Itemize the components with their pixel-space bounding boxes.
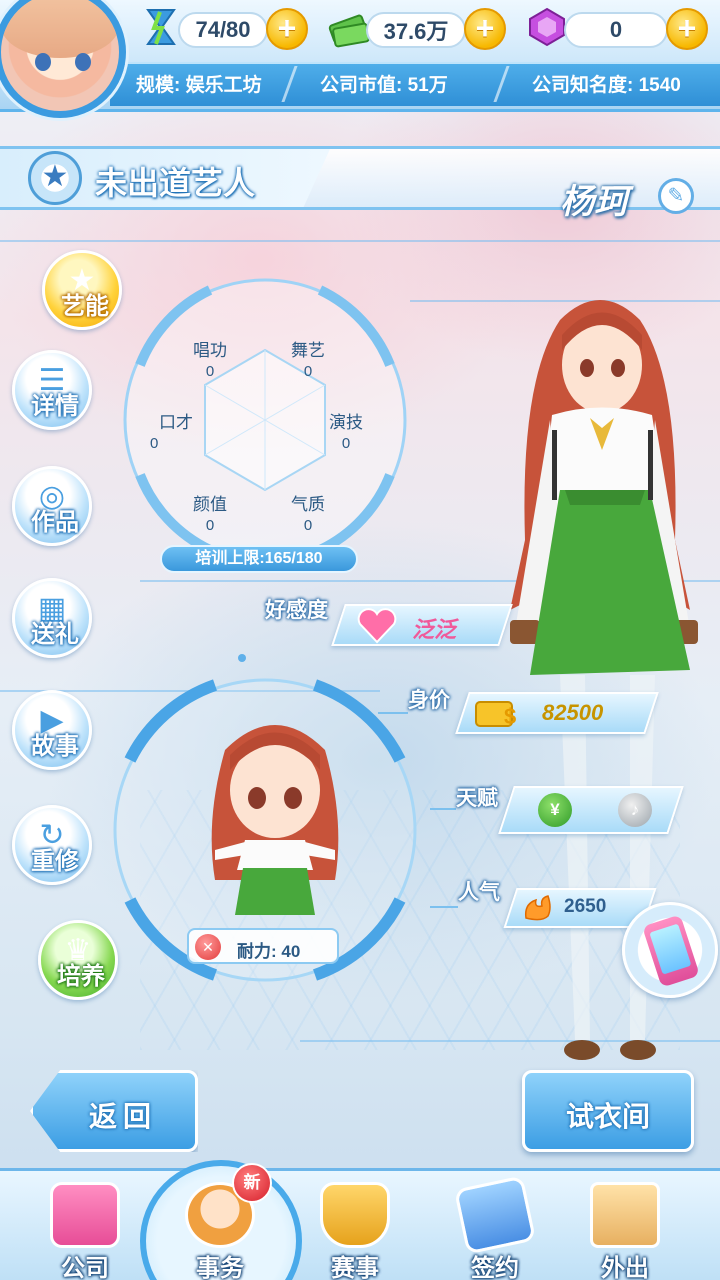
company-market-value: 公司市值: 51万 (320, 75, 448, 96)
skill-temperament: 气质 0 (278, 490, 338, 534)
svg-text:$: $ (504, 704, 516, 729)
building-icon (50, 1182, 120, 1248)
side-tab-details[interactable]: ☰ 详情 (12, 350, 92, 430)
phone-icon (642, 914, 700, 988)
nav-label: 公司 (61, 1255, 109, 1280)
cash-icon (328, 14, 370, 48)
skill-label: 气质 (291, 495, 325, 514)
skill-label: 颜值 (193, 495, 227, 514)
nav-label: 事务 (196, 1255, 244, 1280)
skill-value: 0 (205, 517, 215, 534)
gem-value: 0 (564, 12, 668, 48)
skill-looks: 颜值 0 (180, 490, 240, 534)
fitting-room-button[interactable]: 试衣间 (522, 1070, 694, 1152)
side-tab-skills[interactable]: ★ 艺能 (42, 250, 122, 330)
skill-acting: 演技 0 (316, 408, 376, 452)
side-tab-label: 艺能 (61, 293, 109, 320)
connector-line (430, 808, 456, 810)
new-badge: 新 (232, 1163, 272, 1203)
popularity-value: 2650 (564, 896, 607, 917)
price-label: 身价 (408, 689, 450, 712)
side-tab-label: 故事 (31, 733, 79, 760)
side-tab-label: 重修 (31, 848, 79, 875)
artist-chibi (211, 725, 339, 915)
skill-label: 口才 (159, 413, 193, 432)
side-tab-gift[interactable]: ▦ 送礼 (12, 578, 92, 658)
popularity-label: 人气 (458, 881, 500, 904)
side-tab-retrain[interactable]: ↻ 重修 (12, 805, 92, 885)
stamina-badge: ✕ 耐力: 40 (187, 928, 339, 964)
nav-label: 赛事 (331, 1255, 379, 1280)
skill-value: 0 (303, 363, 313, 380)
door-icon (590, 1182, 660, 1248)
energy-value: 74/80 (178, 12, 268, 48)
side-tab-story[interactable]: ▶ 故事 (12, 690, 92, 770)
back-button-label: 返回 (89, 1101, 158, 1132)
nav-label: 签约 (471, 1255, 519, 1280)
connector-line (378, 712, 408, 714)
fitting-room-label: 试衣间 (565, 1101, 650, 1132)
skill-sing: 唱功 0 (180, 336, 240, 380)
trophy-icon (320, 1182, 390, 1248)
skill-value: 0 (150, 435, 159, 452)
sad-face-icon: ✕ (195, 934, 221, 960)
add-money-button[interactable]: + (464, 8, 506, 50)
talent-label: 天赋 (456, 787, 498, 810)
artist-name: 杨珂 (560, 183, 628, 221)
price-tag-icon: $ (475, 701, 516, 729)
favor-label: 好感度 (265, 599, 328, 622)
connector-dot (238, 654, 246, 662)
back-button[interactable]: 返回 (30, 1070, 198, 1152)
add-gem-button[interactable]: + (666, 8, 708, 50)
skill-dance: 舞艺 0 (278, 336, 338, 380)
company-fame: 公司知名度: 1540 (532, 75, 681, 96)
side-tab-label: 详情 (31, 393, 79, 420)
hourglass-energy-icon (146, 9, 176, 45)
phone-button[interactable] (622, 902, 718, 998)
skill-value: 0 (205, 363, 215, 380)
connector-line (430, 906, 458, 908)
money-value: 37.6万 (366, 12, 466, 48)
skill-label: 演技 (329, 413, 363, 432)
skill-label: 唱功 (193, 341, 227, 360)
nav-company[interactable]: 公司 (30, 1176, 140, 1280)
nav-events[interactable]: 赛事 (300, 1176, 410, 1280)
heart-icon (357, 608, 397, 644)
skill-eloquence: 口才 0 (146, 408, 206, 452)
skill-label: 舞艺 (291, 341, 325, 360)
deco-stripe (0, 240, 720, 242)
stamina-value: 耐力: 40 (237, 942, 301, 961)
page-title: 未出道艺人 (95, 165, 256, 201)
contract-icon (453, 1175, 537, 1255)
skill-value: 0 (341, 435, 351, 452)
star-badge-icon: ★ (28, 151, 82, 205)
nav-contract[interactable]: 签约 (440, 1175, 550, 1280)
price-value: 82500 (542, 700, 604, 725)
training-cap: 培训上限:165/180 (160, 545, 358, 573)
nav-go-out[interactable]: 外出 (570, 1176, 680, 1280)
talent-money-icon[interactable]: ¥ (538, 793, 572, 827)
side-tab-works[interactable]: ◎ 作品 (12, 466, 92, 546)
skill-value: 0 (303, 517, 313, 534)
talent-pill (498, 786, 684, 834)
side-tab-train[interactable]: ♛ 培养 (38, 920, 118, 1000)
side-tab-label: 作品 (31, 509, 79, 536)
side-tab-label: 培养 (57, 963, 105, 990)
favor-value: 泛泛 (412, 617, 457, 642)
gem-icon (529, 7, 565, 47)
side-tab-label: 送礼 (31, 621, 79, 648)
edit-name-button[interactable]: ✎ (658, 178, 694, 214)
add-energy-button[interactable]: + (266, 8, 308, 50)
nav-label: 外出 (601, 1255, 649, 1280)
flame-icon (524, 895, 551, 921)
company-scale: 规模: 娱乐工坊 (136, 75, 262, 96)
talent-mic-icon[interactable]: ♪ (618, 793, 652, 827)
